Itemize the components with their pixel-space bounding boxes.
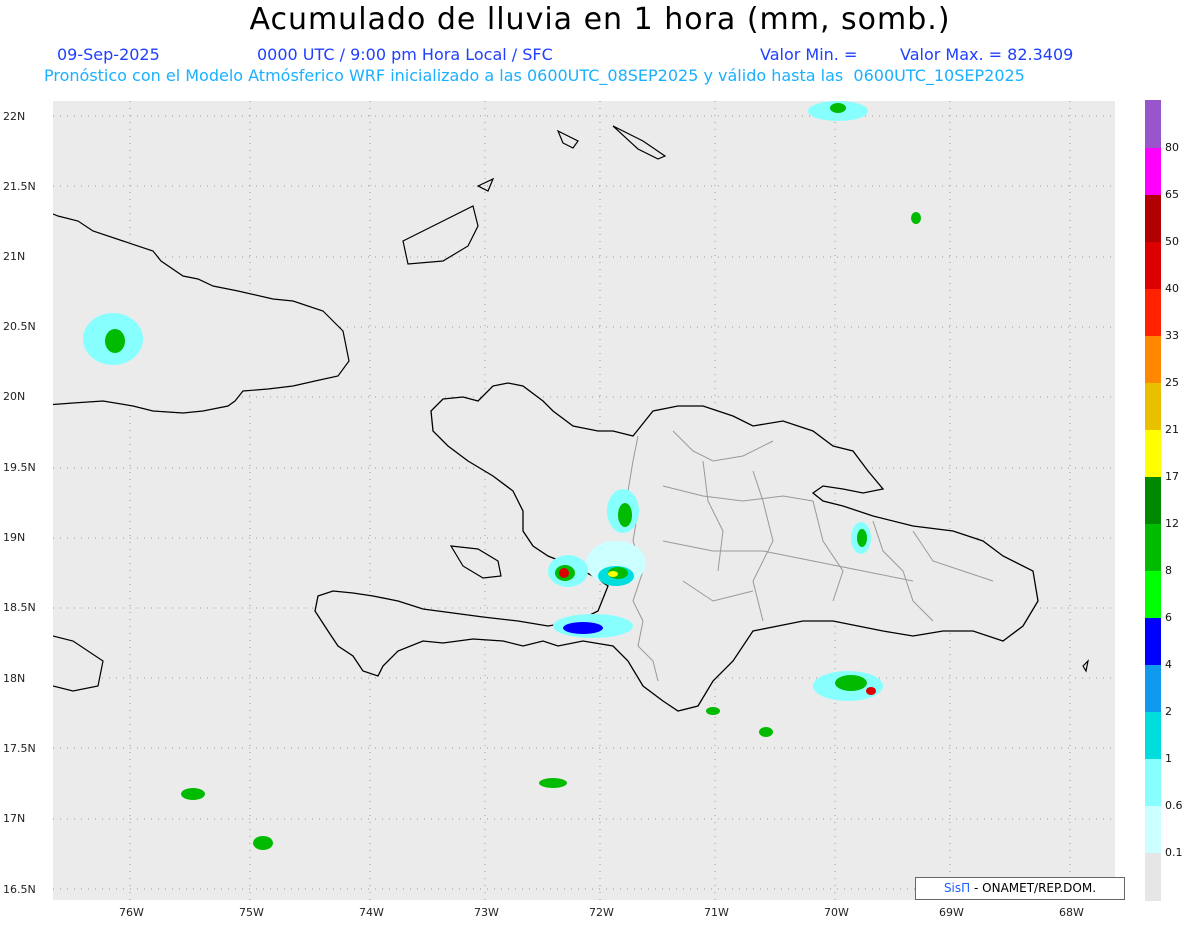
colorbar-label: 4 — [1165, 658, 1172, 671]
colorbar-label: 17 — [1165, 470, 1179, 483]
lon-label: 75W — [239, 906, 264, 919]
lon-label: 73W — [474, 906, 499, 919]
rainfall-map — [32, 101, 1115, 900]
lat-label: 20N — [3, 390, 26, 403]
colorbar-swatch — [1145, 524, 1161, 571]
lon-label: 71W — [704, 906, 729, 919]
lat-label: 20.5N — [3, 320, 36, 333]
colorbar-swatch — [1145, 430, 1161, 477]
forecast-time: 0000 UTC / 9:00 pm Hora Local / SFC — [257, 45, 553, 64]
lat-label: 22N — [3, 110, 26, 123]
colorbar-swatch — [1145, 242, 1161, 289]
colorbar-swatch — [1145, 100, 1161, 148]
min-value: Valor Min. = — [760, 45, 858, 64]
colorbar-label: 8 — [1165, 564, 1172, 577]
lat-label: 18N — [3, 672, 26, 685]
colorbar — [1145, 100, 1161, 901]
colorbar-label: 65 — [1165, 188, 1179, 201]
lon-label: 76W — [119, 906, 144, 919]
colorbar-label: 80 — [1165, 141, 1179, 154]
credit-box: SisΠ - ONAMET/REP.DOM. — [915, 877, 1125, 900]
cuba-coastline — [32, 205, 350, 414]
lat-label: 17N — [3, 812, 26, 825]
credit-text: - ONAMET/REP.DOM. — [974, 881, 1097, 895]
model-info: Pronóstico con el Modelo Atmósferico WRF… — [44, 66, 1025, 85]
forecast-date: 09-Sep-2025 — [57, 45, 160, 64]
colorbar-label: 6 — [1165, 611, 1172, 624]
colorbar-label: 0.6 — [1165, 799, 1183, 812]
max-value: Valor Max. = 82.3409 — [900, 45, 1074, 64]
lon-label: 68W — [1059, 906, 1084, 919]
colorbar-swatch — [1145, 477, 1161, 524]
colorbar-label: 25 — [1165, 376, 1179, 389]
colorbar-swatch — [1145, 383, 1161, 430]
colorbar-swatch — [1145, 759, 1161, 806]
colorbar-swatch — [1145, 618, 1161, 665]
colorbar-label: 40 — [1165, 282, 1179, 295]
colorbar-swatch — [1145, 571, 1161, 618]
colorbar-label: 1 — [1165, 752, 1172, 765]
lat-label: 17.5N — [3, 742, 36, 755]
colorbar-swatch — [1145, 665, 1161, 712]
lon-label: 70W — [824, 906, 849, 919]
colorbar-label: 2 — [1165, 705, 1172, 718]
colorbar-label: 0.1 — [1165, 846, 1183, 859]
lat-label: 18.5N — [3, 601, 36, 614]
colorbar-swatch — [1145, 195, 1161, 242]
lat-label: 21.5N — [3, 180, 36, 193]
map-canvas — [32, 101, 1115, 900]
lon-label: 72W — [589, 906, 614, 919]
colorbar-label: 50 — [1165, 235, 1179, 248]
colorbar-swatch — [1145, 806, 1161, 853]
lat-label: 19.5N — [3, 461, 36, 474]
lon-label: 74W — [359, 906, 384, 919]
credit-brand: SisΠ — [943, 881, 971, 895]
map-title: Acumulado de lluvia en 1 hora (mm, somb.… — [249, 2, 951, 37]
colorbar-swatch — [1145, 336, 1161, 383]
lat-label: 21N — [3, 250, 26, 263]
lon-label: 69W — [939, 906, 964, 919]
lat-label: 16.5N — [3, 883, 36, 896]
colorbar-swatch — [1145, 148, 1161, 195]
colorbar-label: 12 — [1165, 517, 1179, 530]
colorbar-swatch — [1145, 289, 1161, 336]
colorbar-label: 33 — [1165, 329, 1179, 342]
colorbar-label: 21 — [1165, 423, 1179, 436]
colorbar-swatch — [1145, 712, 1161, 759]
lat-label: 19N — [3, 531, 26, 544]
hispaniola-coastline — [314, 382, 1039, 712]
colorbar-swatch — [1145, 853, 1161, 901]
